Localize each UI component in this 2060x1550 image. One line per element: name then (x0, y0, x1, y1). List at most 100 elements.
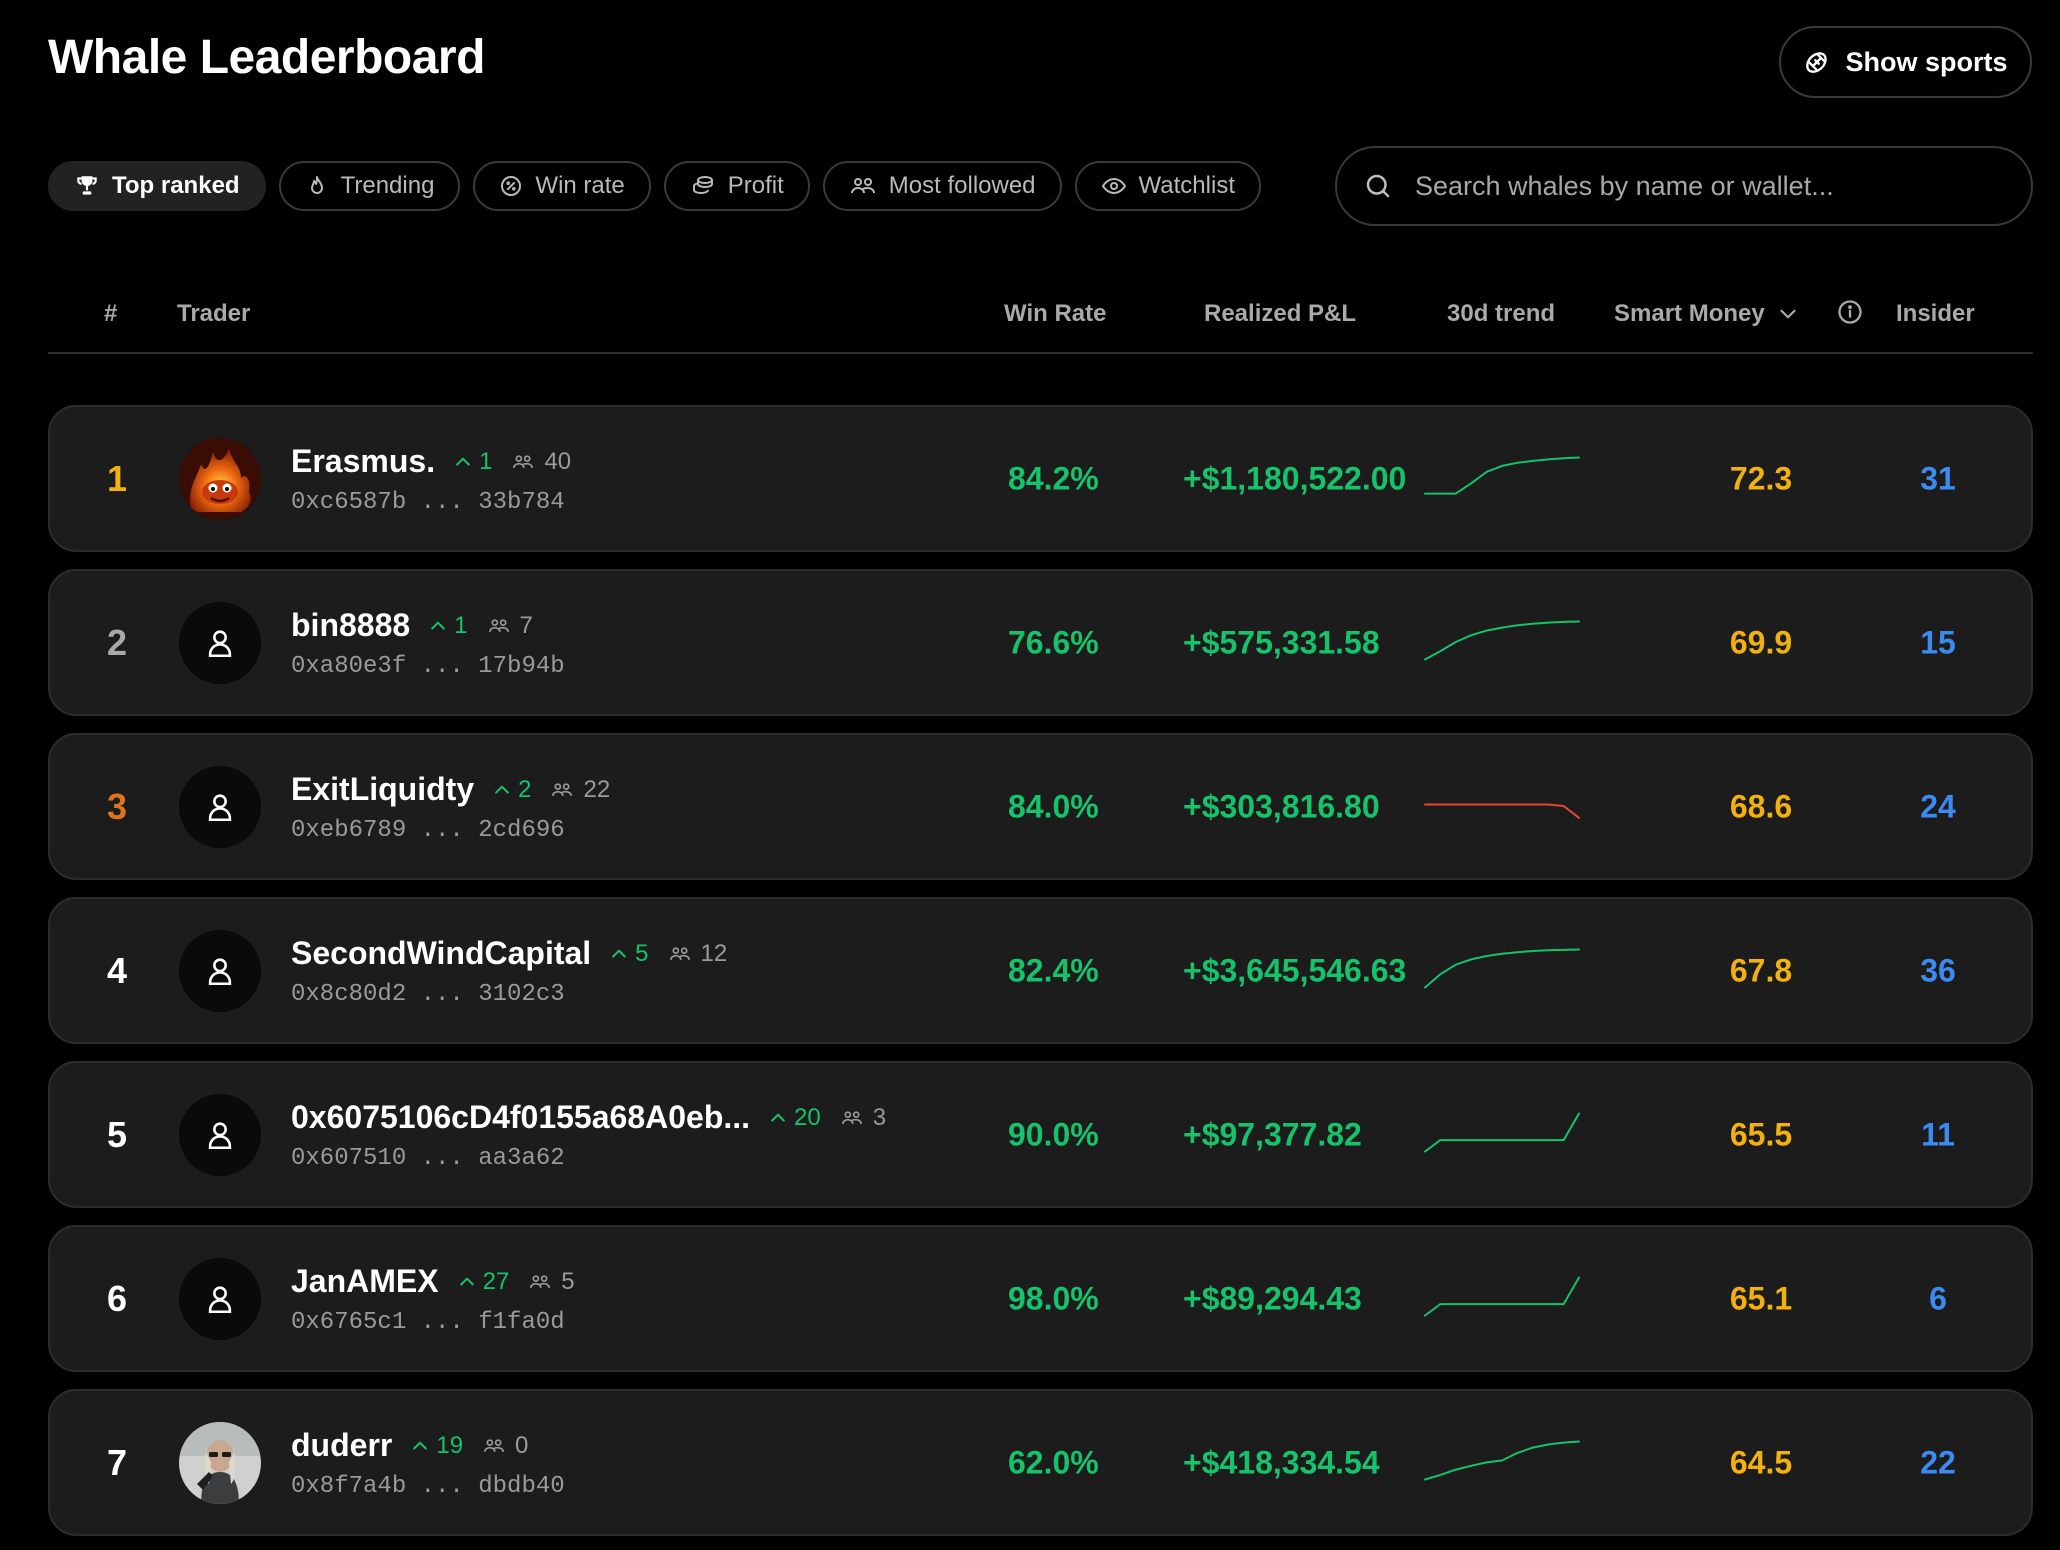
win-rate-value: 98.0% (1008, 1280, 1099, 1316)
insider-value: 31 (1920, 460, 1956, 496)
smart-money-value: 65.5 (1729, 1116, 1793, 1152)
followers: 5 (527, 1268, 575, 1296)
table-row[interactable]: 2 bin8888 1 7 0xa80e3f ... 17b94b 76.6% +$575,… (48, 569, 2033, 716)
page-title: Whale Leaderboard (48, 31, 485, 84)
filter-win-rate[interactable]: Win rate (473, 161, 651, 211)
avatar[interactable] (179, 929, 261, 1012)
avatar[interactable] (179, 1257, 261, 1340)
filter-profit[interactable]: Profit (663, 161, 810, 211)
filter-label: Most followed (888, 172, 1036, 199)
realized-pnl-value: +$418,334.54 (1183, 1444, 1380, 1480)
trader-name[interactable]: SecondWindCapital (291, 935, 591, 972)
show-sports-label: Show sports (1845, 46, 2008, 77)
avatar[interactable] (179, 437, 261, 520)
table-row[interactable]: 3 ExitLiquidty 2 22 0xeb6789 ... 2cd696 84.0%… (48, 733, 2033, 880)
coins-icon (690, 174, 716, 198)
info-icon[interactable] (1836, 298, 1864, 333)
arrow-up-icon (428, 616, 448, 636)
rank-number: 3 (106, 785, 128, 827)
followers-count: 7 (519, 611, 533, 639)
search-input[interactable] (1415, 170, 1995, 202)
smart-money-label: Smart Money (1614, 300, 1765, 327)
user-icon (203, 1118, 237, 1152)
wallet-address[interactable]: 0xa80e3f ... 17b94b (291, 653, 565, 680)
trend-sparkline (1422, 946, 1582, 995)
smart-money-value: 68.6 (1729, 788, 1793, 824)
realized-pnl-value: +$575,331.58 (1183, 624, 1380, 660)
wallet-address[interactable]: 0x6765c1 ... f1fa0d (291, 1309, 565, 1336)
avatar[interactable] (179, 1421, 261, 1504)
rank-change-value: 27 (482, 1267, 510, 1295)
followers-icon (527, 1272, 553, 1292)
insider-value: 15 (1920, 624, 1956, 660)
rank-change-value: 20 (794, 1103, 821, 1131)
rank-change: 27 (457, 1267, 510, 1296)
user-icon (203, 954, 237, 988)
show-sports-button[interactable]: Show sports (1779, 26, 2032, 98)
trader-name[interactable]: Erasmus. (291, 443, 435, 480)
smart-money-value: 64.5 (1729, 1444, 1793, 1480)
followers-icon (510, 452, 536, 472)
wallet-address[interactable]: 0x607510 ... aa3a62 (291, 1145, 565, 1172)
photo-avatar (179, 1421, 261, 1504)
rank-change: 1 (428, 612, 468, 640)
table-row[interactable]: 4 SecondWindCapital 5 12 0x8c80d2 ... 3102c3… (48, 897, 2033, 1044)
rank-number: 6 (106, 1277, 128, 1319)
followers: 3 (839, 1104, 886, 1132)
table-row[interactable]: 7 duderr 19 0 0x8f7a4b ... dbdb40 62.0% +$418,… (48, 1389, 2033, 1536)
filter-trending[interactable]: Trending (278, 161, 461, 211)
avatar[interactable] (179, 765, 261, 848)
table-row[interactable]: 5 0x6075106cD4f0155a68A0eb... 20 3 0x607510 … (48, 1061, 2033, 1208)
followers-icon (839, 1108, 865, 1128)
wallet-address[interactable]: 0x8f7a4b ... dbdb40 (291, 1473, 565, 1500)
arrow-up-icon (453, 452, 473, 472)
insider-value: 6 (1929, 1280, 1947, 1316)
avatar[interactable] (179, 601, 261, 684)
column-win-rate[interactable]: Win Rate (1004, 300, 1106, 328)
trader-name[interactable]: 0x6075106cD4f0155a68A0eb... (291, 1099, 750, 1136)
win-rate-value: 84.2% (1008, 460, 1099, 496)
column-30d-trend: 30d trend (1447, 300, 1556, 327)
filter-watchlist[interactable]: Watchlist (1074, 161, 1261, 211)
filter-most-followed[interactable]: Most followed (822, 161, 1062, 211)
column-smart-money[interactable]: Smart Money (1614, 300, 1801, 328)
followers: 22 (549, 776, 610, 804)
wallet-address[interactable]: 0xeb6789 ... 2cd696 (291, 817, 565, 844)
eye-icon (1101, 174, 1127, 198)
table-row[interactable]: 6 JanAMEX 27 5 0x6765c1 ... f1fa0d 98.0% +$89,… (48, 1225, 2033, 1372)
trend-sparkline (1422, 1438, 1582, 1487)
trader-name-line: ExitLiquidty 2 22 (291, 771, 610, 808)
trader-name-line: Erasmus. 1 40 (291, 443, 571, 480)
win-rate-value: 90.0% (1008, 1116, 1099, 1152)
column-realized-pnl[interactable]: Realized P&L (1204, 300, 1356, 328)
flame-icon (305, 174, 329, 198)
trader-name[interactable]: JanAMEX (291, 1263, 439, 1300)
trader-name[interactable]: bin8888 (291, 607, 410, 644)
realized-pnl-value: +$303,816.80 (1183, 788, 1380, 824)
trader-name-line: JanAMEX 27 5 (291, 1263, 575, 1300)
wallet-address[interactable]: 0xc6587b ... 33b784 (291, 489, 565, 516)
leaderboard-list: 1 Erasmus. 1 40 0xc6587b ... 33b784 84.2% +$1,… (48, 405, 2033, 1550)
filter-label: Profit (727, 172, 784, 199)
trophy-icon (74, 173, 100, 199)
trend-sparkline (1422, 618, 1582, 667)
trend-sparkline (1422, 782, 1582, 831)
trader-name[interactable]: ExitLiquidty (291, 771, 474, 808)
followers-count: 0 (515, 1431, 529, 1459)
wallet-address[interactable]: 0x8c80d2 ... 3102c3 (291, 981, 565, 1008)
followers-icon (486, 616, 512, 636)
smart-money-value: 72.3 (1729, 460, 1793, 496)
followers-icon (667, 944, 693, 964)
trader-name[interactable]: duderr (291, 1427, 392, 1464)
chevron-down-icon (1780, 309, 1796, 319)
avatar[interactable] (179, 1093, 261, 1176)
trend-sparkline (1422, 1110, 1582, 1159)
followers-count: 40 (544, 447, 572, 475)
filter-top-ranked[interactable]: Top ranked (48, 161, 266, 211)
column-insider[interactable]: Insider (1896, 300, 1975, 328)
win-rate-value: 76.6% (1008, 624, 1099, 660)
table-row[interactable]: 1 Erasmus. 1 40 0xc6587b ... 33b784 84.2% +$1,… (48, 405, 2033, 552)
filter-label: Trending (340, 172, 435, 199)
search-box[interactable] (1335, 146, 2033, 226)
arrow-up-icon (457, 1272, 477, 1292)
